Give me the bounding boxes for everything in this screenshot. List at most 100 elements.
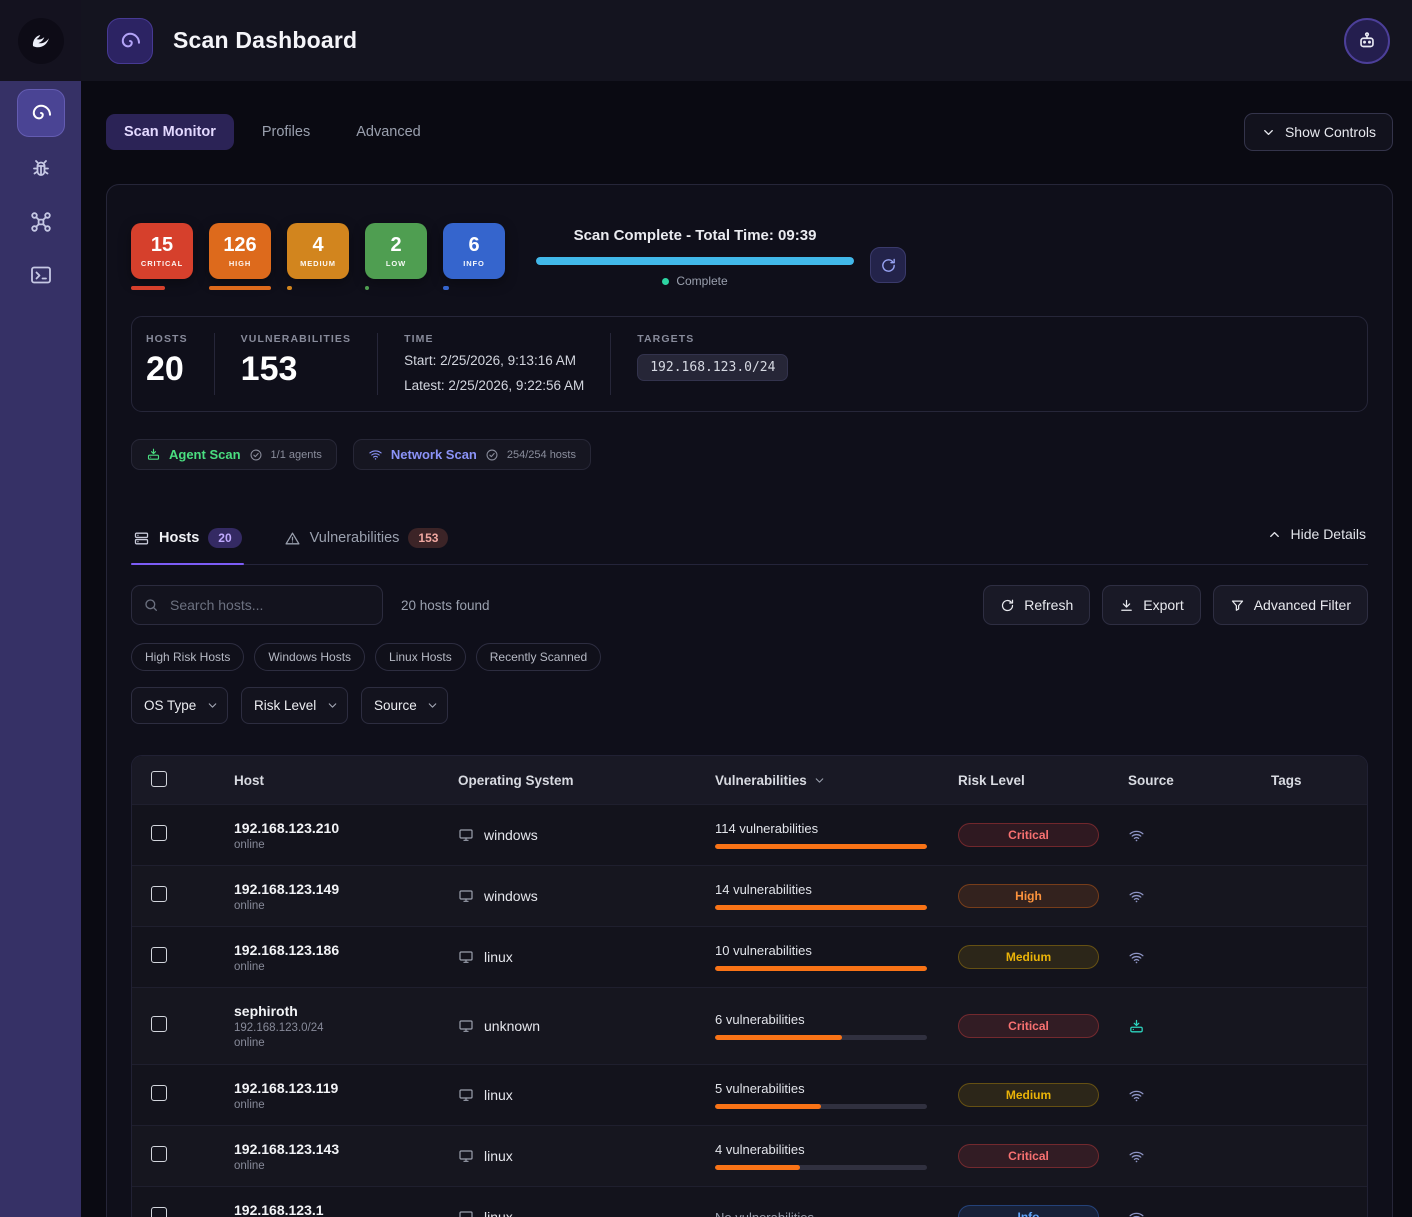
host-status: online (234, 1037, 458, 1049)
row-checkbox[interactable] (151, 886, 167, 902)
hide-details-button[interactable]: Hide Details (1265, 522, 1368, 542)
row-checkbox[interactable] (151, 1016, 167, 1032)
hosts-count: 20 (146, 352, 188, 388)
host-status: online (234, 1099, 458, 1111)
agent-download-icon (146, 447, 161, 462)
filter-recently-scanned[interactable]: Recently Scanned (476, 643, 601, 671)
refresh-icon (880, 257, 897, 274)
host-name: 192.168.123.186 (234, 942, 458, 958)
risk-badge: Info (958, 1205, 1099, 1217)
monitor-icon (458, 1087, 474, 1103)
table-header: Host Operating System Vulnerabilities Ri… (132, 756, 1367, 804)
table-row[interactable]: 192.168.123.143online linux 4 vulnerabil… (132, 1125, 1367, 1186)
os-name: windows (484, 827, 538, 843)
sidebar-item-scanner[interactable] (17, 89, 65, 137)
table-row[interactable]: 192.168.123.1online linux No vulnerabili… (132, 1186, 1367, 1217)
wifi-icon (1128, 888, 1145, 905)
os-name: windows (484, 888, 538, 904)
severity-low-bar (365, 286, 369, 290)
severity-high: 126HIGH (209, 223, 271, 290)
scan-panel: 15CRITICAL 126HIGH 4MEDIUM 2LOW (106, 184, 1393, 1217)
source-icon (1128, 827, 1271, 844)
stats-box: HOSTS 20 VULNERABILITIES 153 TIME Start:… (131, 316, 1368, 412)
os-name: unknown (484, 1018, 540, 1034)
table-row[interactable]: 192.168.123.149online windows 14 vulnera… (132, 865, 1367, 926)
table-row[interactable]: 192.168.123.210online windows 114 vulner… (132, 804, 1367, 865)
row-checkbox[interactable] (151, 1146, 167, 1162)
advanced-filter-button[interactable]: Advanced Filter (1213, 585, 1368, 625)
vulnerability-count: 14 vulnerabilities (715, 882, 958, 897)
host-name: sephiroth (234, 1003, 458, 1019)
monitor-icon (458, 888, 474, 904)
select-all-checkbox[interactable] (151, 771, 167, 787)
severity-info: 6INFO (443, 223, 505, 290)
show-controls-button[interactable]: Show Controls (1244, 113, 1393, 151)
table-row[interactable]: 192.168.123.186online linux 10 vulnerabi… (132, 926, 1367, 987)
wifi-icon (368, 447, 383, 462)
severity-critical-bar (131, 286, 165, 290)
vulnerabilities-count-badge: 153 (408, 528, 448, 548)
severity-info-bar (443, 286, 449, 290)
tab-profiles[interactable]: Profiles (244, 114, 328, 150)
host-name: 192.168.123.143 (234, 1141, 458, 1157)
monitor-icon (458, 1209, 474, 1217)
os-type-select[interactable]: OS Type (131, 687, 228, 724)
vulnerability-bar (715, 1104, 927, 1109)
filter-windows-hosts[interactable]: Windows Hosts (254, 643, 365, 671)
vulnerability-bar (715, 966, 927, 971)
bug-icon (29, 157, 53, 181)
row-checkbox[interactable] (151, 1207, 167, 1217)
table-body: 192.168.123.210online windows 114 vulner… (132, 804, 1367, 1217)
toolbar-buttons: Refresh Export Advanced Filter (983, 585, 1368, 625)
app-logo[interactable] (18, 18, 64, 64)
scan-latest-time: Latest: 2/25/2026, 9:22:56 AM (404, 377, 584, 395)
column-os: Operating System (458, 773, 715, 788)
risk-badge: Critical (958, 823, 1099, 847)
page-title: Scan Dashboard (173, 27, 357, 54)
terminal-icon (29, 263, 53, 287)
severity-critical: 15CRITICAL (131, 223, 193, 290)
search-icon (143, 597, 159, 613)
tab-scan-monitor[interactable]: Scan Monitor (106, 114, 234, 150)
vulnerability-count: 10 vulnerabilities (715, 943, 958, 958)
scan-refresh-button[interactable] (870, 247, 906, 283)
host-name: 192.168.123.149 (234, 881, 458, 897)
tab-hosts[interactable]: Hosts 20 (131, 522, 244, 564)
app-root: Scan Dashboard Scan Monitor Profiles Adv… (0, 0, 1412, 1217)
search-input[interactable] (131, 585, 383, 625)
severity-medium-bar (287, 286, 292, 290)
scan-dashboard-icon (107, 18, 153, 64)
risk-level-select[interactable]: Risk Level (241, 687, 348, 724)
filter-high-risk-hosts[interactable]: High Risk Hosts (131, 643, 244, 671)
export-button[interactable]: Export (1102, 585, 1200, 625)
sidebar (0, 0, 81, 1217)
hosts-count-badge: 20 (208, 528, 241, 548)
table-row[interactable]: sephiroth192.168.123.0/24online unknown … (132, 987, 1367, 1064)
source-select[interactable]: Source (361, 687, 448, 724)
show-controls-label: Show Controls (1285, 124, 1376, 140)
host-status: online (234, 1160, 458, 1172)
source-icon (1128, 949, 1271, 966)
vulnerability-bar (715, 1165, 927, 1170)
row-checkbox[interactable] (151, 825, 167, 841)
monitor-icon (458, 949, 474, 965)
user-avatar[interactable] (1344, 18, 1390, 64)
monitor-icon (458, 1148, 474, 1164)
sidebar-item-bug[interactable] (20, 148, 62, 190)
os-name: linux (484, 1087, 513, 1103)
refresh-button[interactable]: Refresh (983, 585, 1090, 625)
tab-advanced[interactable]: Advanced (338, 114, 439, 150)
severity-low: 2LOW (365, 223, 427, 290)
severity-tiles: 15CRITICAL 126HIGH 4MEDIUM 2LOW (131, 223, 505, 290)
row-checkbox[interactable] (151, 947, 167, 963)
source-icon (1128, 1018, 1271, 1035)
sidebar-item-terminal[interactable] (20, 254, 62, 296)
sidebar-item-drone[interactable] (20, 201, 62, 243)
column-vulnerabilities-sort[interactable]: Vulnerabilities (715, 773, 958, 788)
filter-linux-hosts[interactable]: Linux Hosts (375, 643, 466, 671)
download-icon (1119, 598, 1134, 613)
tab-vulnerabilities[interactable]: Vulnerabilities 153 (282, 522, 451, 564)
row-checkbox[interactable] (151, 1085, 167, 1101)
table-row[interactable]: 192.168.123.119online linux 5 vulnerabil… (132, 1064, 1367, 1125)
drone-icon (29, 210, 53, 234)
